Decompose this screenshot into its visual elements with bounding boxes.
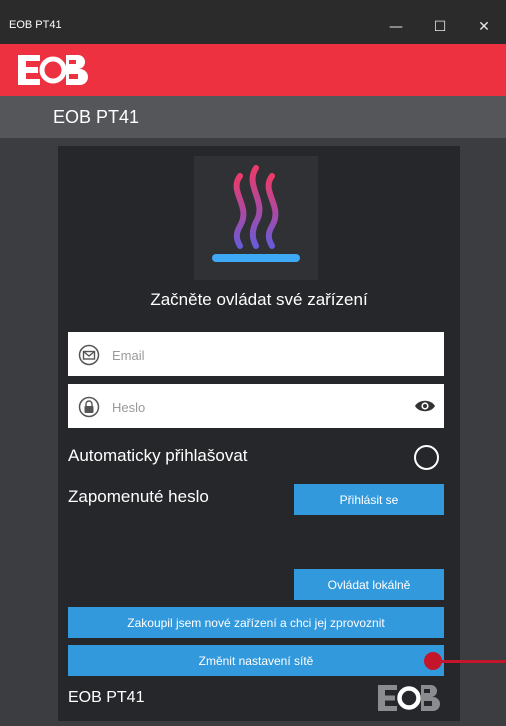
lock-icon xyxy=(78,396,100,418)
change-network-button[interactable]: Změnit nastavení sítě xyxy=(68,645,444,676)
local-control-button[interactable]: Ovládat lokálně xyxy=(294,569,444,600)
envelope-icon xyxy=(78,344,100,366)
password-input[interactable] xyxy=(110,395,394,419)
password-field[interactable] xyxy=(68,384,444,428)
eye-icon[interactable] xyxy=(414,398,436,414)
window-title: EOB PT41 xyxy=(9,19,62,31)
auto-login-label: Automaticky přihlašovat xyxy=(68,446,248,465)
callout-dot xyxy=(424,652,442,670)
title-bar: EOB PT41 — ☐ ✕ xyxy=(0,0,506,44)
auto-login-radio[interactable] xyxy=(414,445,439,470)
email-field[interactable] xyxy=(68,332,444,376)
sign-in-button[interactable]: Přihlásit se xyxy=(294,484,444,515)
forgot-password-link[interactable]: Zapomenuté heslo xyxy=(68,487,209,507)
hero-image xyxy=(194,156,318,280)
email-input[interactable] xyxy=(110,343,394,367)
heating-icon xyxy=(212,165,300,262)
footer-title: EOB PT41 xyxy=(68,689,145,706)
login-subtitle: Začněte ovládat své zařízení xyxy=(150,290,368,309)
header-bar: EOB PT41 xyxy=(0,96,506,138)
callout-line xyxy=(440,660,506,663)
eob-logo-icon xyxy=(18,55,88,85)
footer-eob-logo-icon xyxy=(378,685,440,711)
app-title: EOB PT41 xyxy=(53,107,140,127)
close-button[interactable]: ✕ xyxy=(462,14,506,40)
maximize-button[interactable]: ☐ xyxy=(418,14,462,40)
minimize-button[interactable]: — xyxy=(374,14,418,40)
new-device-button[interactable]: Zakoupil jsem nové zařízení a chci jej z… xyxy=(68,607,444,638)
